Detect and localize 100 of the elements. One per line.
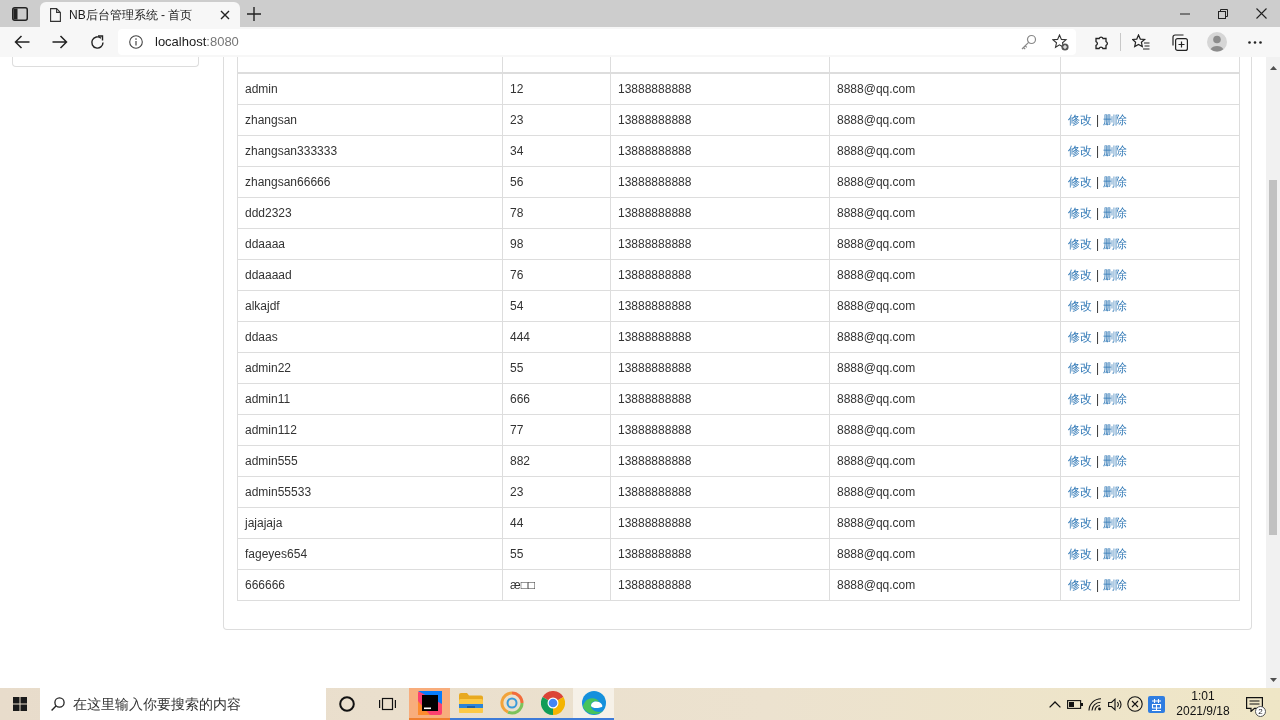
taskbar-app-button[interactable] bbox=[409, 688, 450, 720]
table-cell: 13888888888 bbox=[610, 538, 830, 569]
table-cell: 8888@qq.com bbox=[829, 104, 1061, 135]
scrollbar-thumb[interactable] bbox=[1269, 180, 1277, 535]
caret-up-icon[interactable] bbox=[1049, 700, 1061, 708]
edit-link[interactable]: 修改 bbox=[1068, 546, 1092, 561]
task-view-icon[interactable] bbox=[379, 697, 396, 711]
link-separator: | bbox=[1096, 174, 1100, 189]
notification-icon[interactable] bbox=[1245, 696, 1263, 712]
table-cell: zhangsan333333 bbox=[237, 135, 503, 166]
table-cell: 8888@qq.com bbox=[829, 445, 1061, 476]
delete-link[interactable]: 删除 bbox=[1103, 577, 1128, 592]
table-cell: 8888@qq.com bbox=[829, 507, 1061, 538]
back-arrow-icon[interactable] bbox=[14, 35, 30, 49]
caret-down-icon[interactable] bbox=[1269, 678, 1277, 682]
table-cell: 13888888888 bbox=[610, 259, 830, 290]
delete-link[interactable]: 删除 bbox=[1103, 484, 1128, 499]
battery-icon[interactable] bbox=[1067, 699, 1083, 709]
address-bar[interactable]: localhost:8080 bbox=[118, 29, 1076, 55]
table-cell: 13888888888 bbox=[610, 414, 830, 445]
table-cell: 13888888888 bbox=[610, 104, 830, 135]
star-plus-icon[interactable] bbox=[1052, 33, 1069, 51]
delete-link[interactable]: 删除 bbox=[1103, 298, 1128, 313]
restore-icon[interactable] bbox=[1218, 8, 1228, 19]
delete-link[interactable]: 删除 bbox=[1103, 143, 1128, 158]
edit-link[interactable]: 修改 bbox=[1068, 267, 1092, 282]
table-cell: 444 bbox=[502, 321, 611, 352]
table-cell: admin11 bbox=[237, 383, 503, 414]
delete-link[interactable]: 删除 bbox=[1103, 329, 1128, 344]
edit-link[interactable]: 修改 bbox=[1068, 112, 1092, 127]
close-icon[interactable] bbox=[1255, 8, 1267, 19]
edit-link[interactable]: 修改 bbox=[1068, 360, 1092, 375]
clock-time[interactable]: 1:01 bbox=[1167, 689, 1239, 704]
wifi-icon[interactable] bbox=[1087, 697, 1103, 711]
info-icon[interactable] bbox=[129, 35, 143, 49]
edit-link[interactable]: 修改 bbox=[1068, 298, 1092, 313]
edit-link[interactable]: 修改 bbox=[1068, 577, 1092, 592]
browser-tab[interactable]: NB后台管理系统 - 首页 bbox=[40, 2, 240, 27]
clock-date[interactable]: 2021/9/18 bbox=[1167, 704, 1239, 719]
collections-icon[interactable] bbox=[1170, 33, 1188, 51]
table-cell: 44 bbox=[502, 507, 611, 538]
edit-link[interactable]: 修改 bbox=[1068, 484, 1092, 499]
delete-link[interactable]: 删除 bbox=[1103, 360, 1128, 375]
input-method-icon[interactable] bbox=[1147, 695, 1165, 713]
edit-link[interactable]: 修改 bbox=[1068, 174, 1092, 189]
forward-arrow-icon[interactable] bbox=[52, 35, 68, 49]
table-cell: 8888@qq.com bbox=[829, 290, 1061, 321]
folder-icon[interactable] bbox=[458, 693, 483, 713]
ide-logo-icon[interactable] bbox=[417, 691, 442, 715]
edit-link[interactable]: 修改 bbox=[1068, 391, 1092, 406]
url-text: localhost:8080 bbox=[155, 33, 239, 52]
edit-link[interactable]: 修改 bbox=[1068, 515, 1092, 530]
link-separator: | bbox=[1096, 422, 1100, 437]
table-cell: 98 bbox=[502, 228, 611, 259]
tricolor-circle-icon[interactable] bbox=[540, 691, 565, 715]
minimize-icon[interactable] bbox=[1180, 12, 1190, 15]
delete-link[interactable]: 删除 bbox=[1103, 205, 1128, 220]
delete-link[interactable]: 删除 bbox=[1103, 236, 1128, 251]
table-cell: admin55533 bbox=[237, 476, 503, 507]
profile-avatar[interactable] bbox=[1207, 32, 1227, 52]
table-cell: zhangsan66666 bbox=[237, 166, 503, 197]
windows-logo-icon[interactable] bbox=[13, 697, 27, 711]
speaker-icon[interactable] bbox=[1107, 697, 1123, 711]
link-separator: | bbox=[1096, 360, 1100, 375]
edit-link[interactable]: 修改 bbox=[1068, 422, 1092, 437]
delete-link[interactable]: 删除 bbox=[1103, 453, 1128, 468]
table-cell: 55 bbox=[502, 352, 611, 383]
edit-link[interactable]: 修改 bbox=[1068, 453, 1092, 468]
delete-link[interactable]: 删除 bbox=[1103, 174, 1128, 189]
delete-link[interactable]: 删除 bbox=[1103, 267, 1128, 282]
delete-link[interactable]: 删除 bbox=[1103, 422, 1128, 437]
table-cell: admin22 bbox=[237, 352, 503, 383]
delete-link[interactable]: 删除 bbox=[1103, 546, 1128, 561]
delete-link[interactable]: 删除 bbox=[1103, 112, 1128, 127]
circle-x-icon[interactable] bbox=[1127, 696, 1143, 712]
sidebar-layout-icon[interactable] bbox=[12, 6, 28, 21]
more-icon[interactable] bbox=[1248, 40, 1262, 44]
delete-link[interactable]: 删除 bbox=[1103, 391, 1128, 406]
table-cell: 8888@qq.com bbox=[829, 538, 1061, 569]
close-icon[interactable] bbox=[220, 9, 230, 20]
refresh-icon[interactable] bbox=[90, 34, 105, 50]
edit-link[interactable]: 修改 bbox=[1068, 236, 1092, 251]
edit-link[interactable]: 修改 bbox=[1068, 329, 1092, 344]
caret-up-icon[interactable] bbox=[1269, 66, 1277, 70]
table-cell: 23 bbox=[502, 104, 611, 135]
wave-logo-icon[interactable] bbox=[581, 691, 606, 715]
delete-link[interactable]: 删除 bbox=[1103, 515, 1128, 530]
favorites-icon[interactable] bbox=[1132, 34, 1150, 50]
plus-icon[interactable] bbox=[247, 6, 261, 21]
search-field[interactable]: 在这里输入你要搜索的内容 bbox=[40, 688, 326, 720]
edit-link[interactable]: 修改 bbox=[1068, 205, 1092, 220]
edit-link[interactable]: 修改 bbox=[1068, 143, 1092, 158]
key-icon[interactable] bbox=[1021, 34, 1037, 50]
scrollbar-track[interactable] bbox=[1266, 57, 1280, 688]
table-cell: 8888@qq.com bbox=[829, 166, 1061, 197]
table-cell: 8888@qq.com bbox=[829, 352, 1061, 383]
link-separator: | bbox=[1096, 515, 1100, 530]
ring-icon[interactable] bbox=[338, 696, 355, 712]
table-cell: fageyes654 bbox=[237, 538, 503, 569]
table-cell: 78 bbox=[502, 197, 611, 228]
